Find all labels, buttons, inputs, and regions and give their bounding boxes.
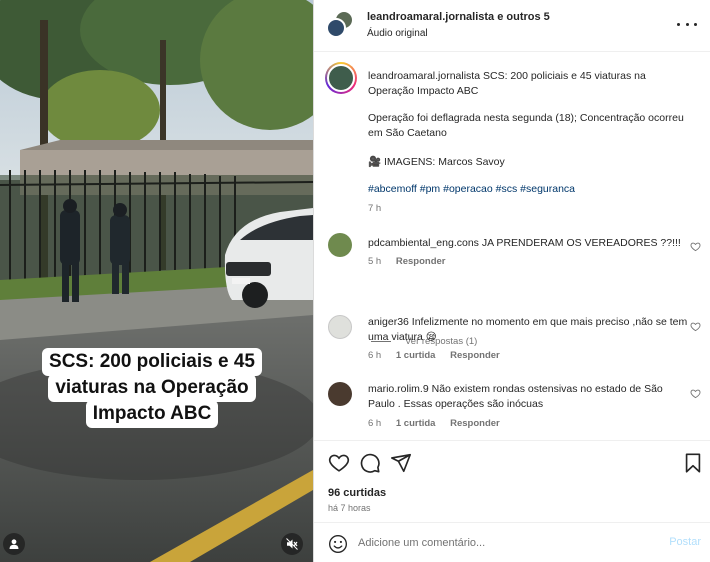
post-authors[interactable]: leandroamaral.jornalista e outros 5 [367,11,550,23]
post-header: leandroamaral.jornalista e outros 5 Áudi… [314,0,710,52]
more-horizontal-icon [677,22,680,26]
post-actions: 96 curtidas há 7 horas [314,440,710,522]
like-count[interactable]: 96 curtidas [328,487,386,499]
post-video[interactable]: SCS: 200 policiais e 45 viaturas na Oper… [0,0,313,562]
more-dot [694,22,697,26]
original-audio-link[interactable]: Áudio original [367,28,428,39]
mute-button[interactable] [281,533,303,555]
comment-icon[interactable] [359,452,381,474]
post-comment-button[interactable]: Postar [669,536,701,548]
caption-username[interactable]: leandroamaral.jornalista [368,70,480,82]
comment-time[interactable]: 5 h [368,256,381,267]
comment-username[interactable]: mario.rolim.9 [368,383,429,395]
comment-time[interactable]: 6 h [368,418,381,429]
caption-line: Impacto ABC [85,400,219,428]
avatar[interactable] [328,382,352,406]
comment-likes[interactable]: 1 curtida [396,350,436,361]
comment-username[interactable]: aniger36 [368,316,409,328]
caption-hashtags[interactable]: #abcemoff #pm #operacao #scs #seguranca [368,182,688,197]
emoji-icon[interactable] [328,534,348,554]
speaker-muted-icon [286,538,298,550]
comment-text: mario.rolim.9 Não existem rondas ostensi… [368,382,688,412]
comment-composer: Postar [314,522,710,562]
avatar [326,18,346,38]
person-icon [9,539,19,549]
reply-button[interactable]: Responder [450,418,500,429]
caption-body: Operação foi deflagrada nesta segunda (1… [368,112,684,139]
like-comment-icon[interactable] [690,388,701,399]
comment-text: pdcambiental_eng.cons JA PRENDERAM OS VE… [368,236,688,251]
like-comment-icon[interactable] [690,321,701,332]
comment-meta: 5 h Responder [368,256,457,267]
comment-meta: 6 h 1 curtida Responder [368,418,512,429]
collab-avatars[interactable] [326,10,354,38]
comment-input[interactable] [358,533,658,553]
caption-meta: 7 h [368,203,393,214]
like-comment-icon[interactable] [690,241,701,252]
comment-body: JA PRENDERAM OS VEREADORES ??!!! [481,237,681,249]
post-date[interactable]: há 7 horas [328,503,371,513]
comment-body: Infelizmente no momento em que mais prec… [368,316,688,343]
comment-likes[interactable]: 1 curtida [396,418,436,429]
instagram-post-modal: SCS: 200 policiais e 45 viaturas na Oper… [0,0,710,562]
post-details-panel: leandroamaral.jornalista e outros 5 Áudi… [313,0,710,562]
avatar[interactable] [328,315,352,339]
video-caption: SCS: 200 policiais e 45 viaturas na Oper… [31,348,273,428]
bookmark-icon[interactable] [682,452,704,474]
more-options-button[interactable] [677,14,697,34]
caption-credit: 🎥 IMAGENS: Marcos Savoy [368,156,505,168]
video-frame [0,0,313,562]
more-dot [685,22,689,26]
like-icon[interactable] [328,452,350,474]
caption-line: viaturas na Operação [48,374,256,402]
comment-meta: 6 h 1 curtida Responder [368,350,512,361]
reply-button[interactable]: Responder [450,350,500,361]
caption-text: leandroamaral.jornalista SCS: 200 polici… [368,69,688,99]
share-icon[interactable] [390,452,412,474]
reply-button[interactable]: Responder [396,256,446,267]
caption-time[interactable]: 7 h [368,203,381,214]
comment-username[interactable]: pdcambiental_eng.cons [368,237,479,249]
comments-list[interactable]: leandroamaral.jornalista SCS: 200 polici… [314,53,710,440]
caption-line: SCS: 200 policiais e 45 [42,348,262,376]
comment-time[interactable]: 6 h [368,350,381,361]
tagged-users-button[interactable] [3,533,25,555]
author-avatar[interactable] [325,62,357,94]
avatar[interactable] [328,233,352,257]
comment-text: aniger36 Infelizmente no momento em que … [368,315,688,345]
